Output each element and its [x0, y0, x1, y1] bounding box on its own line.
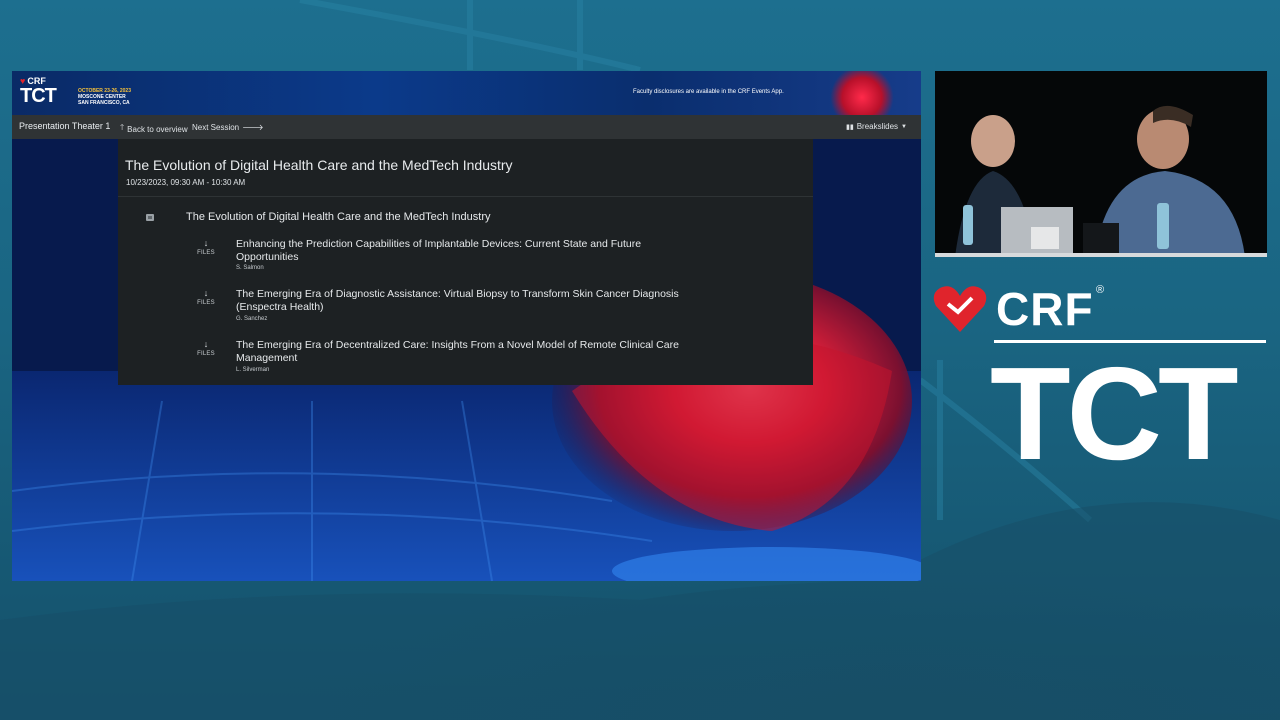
- caret-down-icon: ▼: [901, 123, 907, 130]
- presentation-slide: ♥ CRF TCT OCTOBER 23-26, 2023 MOSCONE CEN…: [12, 71, 921, 581]
- crf-logo: CRF ®: [932, 282, 1104, 336]
- session-panel: The Evolution of Digital Health Care and…: [118, 139, 813, 385]
- talk-title[interactable]: The Emerging Era of Diagnostic Assistanc…: [236, 288, 706, 313]
- talk-author: S. Salmon: [236, 265, 264, 271]
- divider: [118, 196, 813, 197]
- talk-title[interactable]: The Emerging Era of Decentralized Care: …: [236, 339, 706, 364]
- crf-heart-icon: [933, 286, 987, 332]
- theater-name: Presentation Theater 1: [19, 121, 111, 131]
- tct-brand-text: TCT: [990, 340, 1239, 487]
- download-arrow-icon: ↓: [203, 339, 209, 349]
- section-title: The Evolution of Digital Health Care and…: [186, 211, 491, 223]
- files-download-button[interactable]: ↓ FILES: [196, 238, 216, 257]
- download-arrow-icon: ↓: [203, 238, 209, 248]
- breakslides-dropdown[interactable]: ▮▮ Breakslides ▼: [846, 122, 907, 131]
- files-download-button[interactable]: ↓ FILES: [196, 339, 216, 358]
- session-toolbar: Presentation Theater 1 🡑 Back to overvie…: [12, 115, 921, 139]
- tct-logo: ♥ CRF TCT: [20, 76, 57, 107]
- session-time: 10/23/2023, 09:30 AM - 10:30 AM: [126, 178, 246, 187]
- session-title: The Evolution of Digital Health Care and…: [125, 157, 513, 173]
- talk-title[interactable]: Enhancing the Prediction Capabilities of…: [236, 238, 706, 263]
- slide-header-banner: ♥ CRF TCT OCTOBER 23-26, 2023 MOSCONE CEN…: [12, 71, 921, 115]
- event-info: OCTOBER 23-26, 2023 MOSCONE CENTER SAN F…: [78, 88, 131, 106]
- pause-icon: ▮▮: [845, 123, 854, 131]
- next-session-link[interactable]: Next Session 🡒: [192, 122, 264, 133]
- files-download-button[interactable]: ↓ FILES: [196, 288, 216, 307]
- arrow-up-icon: 🡑: [120, 123, 125, 132]
- faculty-disclosure-text: Faculty disclosures are available in the…: [633, 89, 784, 95]
- back-to-overview-link[interactable]: 🡑 Back to overview: [120, 122, 188, 136]
- download-arrow-icon: ↓: [203, 288, 209, 298]
- list-icon: [146, 214, 154, 221]
- speaker-video: [935, 71, 1267, 257]
- arrow-right-icon: 🡒: [242, 123, 264, 132]
- video-bottom-bar: [935, 253, 1267, 257]
- speakers-image: [935, 71, 1267, 257]
- header-heart-art: [827, 71, 897, 115]
- talk-author: L. Silverman: [236, 367, 270, 373]
- talk-author: G. Sanchez: [236, 316, 268, 322]
